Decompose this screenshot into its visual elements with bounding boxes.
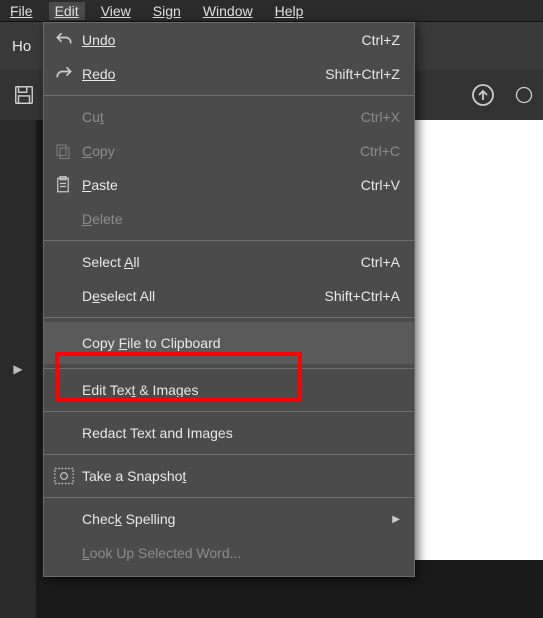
- menu-sign[interactable]: Sign: [147, 2, 187, 20]
- menu-undo-shortcut: Ctrl+Z: [362, 32, 401, 48]
- redo-icon: [54, 64, 82, 84]
- menu-cut-shortcut: Ctrl+X: [361, 109, 400, 125]
- menu-take-snapshot[interactable]: Take a Snapshot: [44, 459, 414, 493]
- menu-window[interactable]: Window: [197, 2, 259, 20]
- expand-panel-icon[interactable]: ▶: [13, 362, 22, 376]
- menu-paste-shortcut: Ctrl+V: [361, 177, 400, 193]
- menu-view[interactable]: View: [95, 2, 137, 20]
- menu-paste[interactable]: Paste Ctrl+V: [44, 168, 414, 202]
- menu-copy-shortcut: Ctrl+C: [360, 143, 400, 159]
- menu-check-spelling[interactable]: Check Spelling ▶: [44, 502, 414, 536]
- side-panel-collapsed: ▶: [0, 120, 36, 618]
- menu-file[interactable]: File: [4, 2, 39, 20]
- menu-look-up-word[interactable]: Look Up Selected Word...: [44, 536, 414, 570]
- menu-redo-shortcut: Shift+Ctrl+Z: [325, 66, 400, 82]
- edit-menu-dropdown: Undo Ctrl+Z Redo Shift+Ctrl+Z Cut Ctrl+X…: [43, 22, 415, 577]
- menu-separator: [44, 368, 414, 369]
- menu-redact-label: Redact Text and Images: [82, 425, 233, 441]
- home-tab[interactable]: Ho: [12, 38, 31, 55]
- menu-select-all-shortcut: Ctrl+A: [361, 254, 400, 270]
- menubar: File Edit View Sign Window Help: [0, 0, 543, 22]
- menu-copy[interactable]: Copy Ctrl+C: [44, 134, 414, 168]
- menu-separator: [44, 317, 414, 318]
- menu-delete[interactable]: Delete: [44, 202, 414, 236]
- menu-separator: [44, 95, 414, 96]
- menu-help[interactable]: Help: [269, 2, 310, 20]
- menu-redo[interactable]: Redo Shift+Ctrl+Z: [44, 57, 414, 91]
- menu-separator: [44, 240, 414, 241]
- copy-icon: [54, 142, 82, 160]
- paste-icon: [54, 175, 82, 195]
- menu-redo-label: Redo: [82, 66, 115, 82]
- menu-undo[interactable]: Undo Ctrl+Z: [44, 23, 414, 57]
- menu-separator: [44, 411, 414, 412]
- menu-select-all[interactable]: Select All Ctrl+A: [44, 245, 414, 279]
- menu-cut[interactable]: Cut Ctrl+X: [44, 100, 414, 134]
- submenu-arrow-icon: ▶: [392, 514, 400, 525]
- next-circle-icon[interactable]: [515, 81, 533, 109]
- menu-edit-text-images[interactable]: Edit Text & Images: [44, 373, 414, 407]
- menu-copy-file-to-clipboard[interactable]: Copy File to Clipboard: [44, 322, 414, 364]
- document-page[interactable]: [415, 120, 543, 560]
- menu-deselect-all[interactable]: Deselect All Shift+Ctrl+A: [44, 279, 414, 313]
- menu-redact-text-images[interactable]: Redact Text and Images: [44, 416, 414, 450]
- menu-edit[interactable]: Edit: [49, 2, 85, 20]
- save-icon[interactable]: [10, 81, 38, 109]
- undo-icon: [54, 30, 82, 50]
- upload-circle-icon[interactable]: [469, 81, 497, 109]
- menu-separator: [44, 497, 414, 498]
- menu-separator: [44, 454, 414, 455]
- menu-undo-label: Undo: [82, 32, 115, 48]
- snapshot-icon: [54, 467, 82, 485]
- menu-deselect-all-shortcut: Shift+Ctrl+A: [325, 288, 400, 304]
